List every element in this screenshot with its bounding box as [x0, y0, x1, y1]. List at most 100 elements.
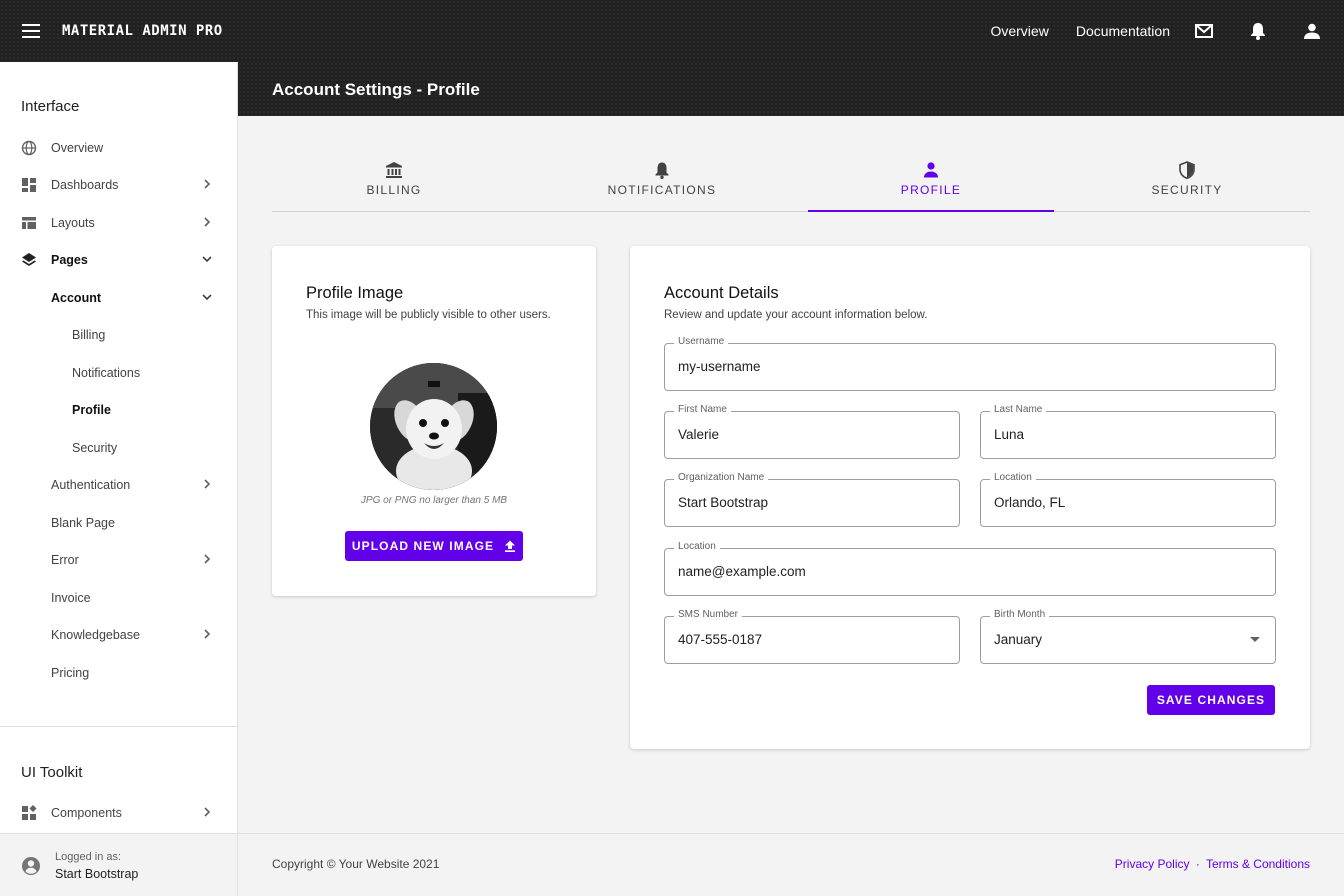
sidebar-heading-toolkit: UI Toolkit	[21, 764, 83, 781]
tab-security[interactable]: SECURITY	[1064, 150, 1310, 212]
sidebar-item-security[interactable]: Security	[0, 429, 237, 466]
sidebar-item-dashboards[interactable]: Dashboards	[0, 166, 237, 203]
field-label: First Name	[674, 404, 731, 415]
sidebar-item-label: Invoice	[51, 590, 91, 605]
sidebar-item-invoice[interactable]: Invoice	[0, 579, 237, 616]
sidebar-item-label: Authentication	[51, 477, 131, 492]
sidebar: Interface Overview Dashboards Layouts Pa…	[0, 62, 238, 896]
email-field[interactable]: Location name@example.com	[664, 541, 1276, 596]
widgets-icon	[22, 805, 37, 820]
account-details-card: Account Details Review and update your a…	[630, 246, 1310, 749]
chevron-right-icon	[204, 807, 211, 817]
save-changes-button[interactable]: SAVE CHANGES	[1147, 685, 1275, 715]
sidebar-item-knowledgebase[interactable]: Knowledgebase	[0, 616, 237, 653]
account-circle-icon	[22, 857, 40, 875]
profile-card-title: Profile Image	[306, 284, 404, 302]
last-name-field[interactable]: Last Name Luna	[980, 404, 1276, 459]
bank-icon	[386, 162, 402, 178]
sidebar-item-label: Overview	[51, 140, 104, 155]
dashboard-icon	[22, 178, 36, 192]
tab-indicator	[808, 210, 1054, 212]
sidebar-item-label: Security	[72, 440, 118, 455]
sidebar-item-components[interactable]: Components	[0, 794, 237, 831]
sidebar-item-label: Layouts	[51, 215, 95, 230]
sidebar-item-label: Profile	[72, 402, 111, 417]
account-card-title: Account Details	[664, 284, 779, 302]
bell-icon[interactable]	[1240, 13, 1276, 49]
sidebar-heading-interface: Interface	[21, 98, 80, 115]
tab-notifications[interactable]: NOTIFICATIONS	[540, 150, 784, 212]
brand-title[interactable]: MATERIAL ADMIN PRO	[62, 23, 223, 39]
logged-in-label: Logged in as:	[55, 851, 122, 863]
sidebar-item-label: Pricing	[51, 665, 90, 680]
settings-tabs: BILLING NOTIFICATIONS PROFILE SECURITY	[272, 150, 1310, 212]
field-label: Organization Name	[674, 472, 769, 483]
field-label: Username	[674, 336, 729, 347]
sidebar-item-error[interactable]: Error	[0, 541, 237, 578]
first-name-field[interactable]: First Name Valerie	[664, 404, 960, 459]
field-value: 407-555-0187	[678, 632, 763, 647]
top-app-bar: MATERIAL ADMIN PRO Overview Documentatio…	[0, 0, 1344, 62]
username-field[interactable]: Username my-username	[664, 336, 1276, 391]
field-value: January	[994, 632, 1043, 647]
save-button-label: SAVE CHANGES	[1156, 693, 1266, 707]
privacy-policy-link[interactable]: Privacy Policy	[1115, 857, 1190, 871]
sidebar-item-label: Error	[51, 552, 79, 567]
mail-icon[interactable]	[1186, 13, 1222, 49]
field-label: Birth Month	[990, 609, 1050, 620]
location-field[interactable]: Location Orlando, FL	[980, 472, 1276, 527]
sidebar-item-label: Components	[51, 805, 122, 820]
sidebar-item-account[interactable]: Account	[0, 279, 237, 316]
sms-number-field[interactable]: SMS Number 407-555-0187	[664, 609, 960, 664]
upload-button-label: UPLOAD NEW IMAGE	[351, 539, 495, 553]
footer-separator: ·	[1195, 857, 1200, 871]
sidebar-item-authentication[interactable]: Authentication	[0, 466, 237, 503]
tab-label: PROFILE	[900, 183, 962, 197]
sidebar-item-layouts[interactable]: Layouts	[0, 204, 237, 241]
footer-links: Privacy Policy · Terms & Conditions	[1115, 857, 1310, 871]
organization-field[interactable]: Organization Name Start Bootstrap	[664, 472, 960, 527]
sidebar-item-pricing[interactable]: Pricing	[0, 654, 237, 691]
top-link-documentation[interactable]: Documentation	[1076, 23, 1170, 39]
chevron-right-icon	[204, 479, 211, 489]
terms-link[interactable]: Terms & Conditions	[1206, 857, 1310, 871]
tab-profile[interactable]: PROFILE	[808, 150, 1054, 212]
top-link-overview[interactable]: Overview	[990, 23, 1048, 39]
layers-icon	[22, 253, 36, 266]
copyright-text: Copyright © Your Website 2021	[272, 857, 440, 871]
field-value: Orlando, FL	[994, 495, 1066, 510]
chevron-right-icon	[204, 217, 211, 227]
field-value: my-username	[678, 359, 761, 374]
field-label: Location	[674, 541, 720, 552]
tab-label: NOTIFICATIONS	[607, 183, 717, 197]
sidebar-item-pages[interactable]: Pages	[0, 241, 237, 278]
birth-month-select[interactable]: Birth Month January	[980, 609, 1276, 664]
logged-in-user: Start Bootstrap	[55, 867, 139, 881]
sidebar-item-profile[interactable]: Profile	[0, 391, 237, 428]
chevron-right-icon	[204, 179, 211, 189]
sidebar-item-label: Notifications	[72, 365, 141, 380]
field-label: Last Name	[990, 404, 1047, 415]
profile-image-card: Profile Image This image will be publicl…	[272, 246, 596, 596]
account-icon[interactable]	[1294, 13, 1330, 49]
chevron-down-icon	[202, 294, 212, 301]
sidebar-item-billing[interactable]: Billing	[0, 316, 237, 353]
sidebar-divider	[0, 726, 237, 727]
field-value: name@example.com	[678, 564, 806, 579]
sidebar-item-blank-page[interactable]: Blank Page	[0, 504, 237, 541]
profile-card-subtitle: This image will be publicly visible to o…	[306, 309, 551, 321]
chevron-down-icon	[202, 256, 212, 263]
sidebar-item-label: Blank Page	[51, 515, 115, 530]
field-label: Location	[990, 472, 1036, 483]
profile-avatar	[370, 363, 497, 490]
sidebar-item-overview[interactable]: Overview	[0, 129, 237, 166]
menu-icon[interactable]	[0, 0, 62, 62]
page-footer: Copyright © Your Website 2021 Privacy Po…	[238, 833, 1344, 896]
sidebar-item-notifications[interactable]: Notifications	[0, 354, 237, 391]
tab-billing[interactable]: BILLING	[272, 150, 516, 212]
chevron-right-icon	[204, 554, 211, 564]
image-size-note: JPG or PNG no larger than 5 MB	[360, 495, 508, 506]
sidebar-item-label: Pages	[51, 252, 88, 267]
upload-image-button[interactable]: UPLOAD NEW IMAGE	[345, 531, 523, 561]
shield-icon	[1179, 161, 1195, 179]
